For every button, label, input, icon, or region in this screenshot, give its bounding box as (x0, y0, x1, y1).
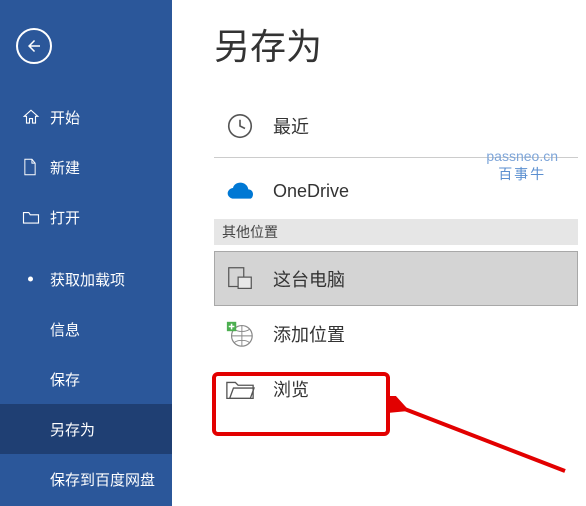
sidebar-item-label: 信息 (50, 319, 80, 340)
location-label: 浏览 (273, 376, 309, 402)
open-folder-icon (22, 209, 50, 225)
location-add-place[interactable]: 添加位置 (214, 306, 578, 361)
location-label: 添加位置 (273, 321, 345, 347)
sidebar-item-new[interactable]: 新建 (0, 142, 172, 192)
sidebar-item-open[interactable]: 打开 (0, 192, 172, 242)
sidebar-item-save[interactable]: 保存 (0, 354, 172, 404)
location-browse[interactable]: 浏览 (214, 361, 578, 416)
location-label: OneDrive (273, 181, 349, 202)
location-this-pc[interactable]: 这台电脑 (214, 251, 578, 306)
back-button[interactable] (16, 28, 52, 64)
divider (214, 157, 578, 158)
sidebar-item-label: 保存 (50, 369, 80, 390)
page-title: 另存为 (214, 18, 578, 70)
sidebar-item-label: 获取加载项 (50, 269, 125, 290)
sidebar-item-home[interactable]: 开始 (0, 92, 172, 142)
location-onedrive[interactable]: OneDrive (214, 164, 578, 219)
add-location-icon (225, 319, 273, 349)
location-list: 最近 OneDrive 其他位置 这台电脑 添加位置 (214, 98, 578, 416)
location-recent[interactable]: 最近 (214, 98, 578, 153)
sidebar-item-saveas[interactable]: 另存为 (0, 404, 172, 454)
this-pc-icon (225, 264, 273, 294)
home-icon (22, 108, 50, 126)
sidebar-item-label: 另存为 (50, 419, 95, 440)
main-panel: 另存为 最近 OneDrive 其他位置 这台电脑 (172, 0, 586, 506)
sidebar-item-label: 开始 (50, 107, 80, 128)
back-arrow-icon (25, 37, 43, 55)
sidebar-item-addins[interactable]: 获取加载项 (0, 254, 172, 304)
browse-folder-icon (225, 376, 273, 402)
sidebar: 开始 新建 打开 获取加载项 信息 保存 另存为 保存到百度网盘 (0, 0, 172, 506)
location-label: 最近 (273, 113, 309, 139)
new-file-icon (22, 158, 50, 176)
sidebar-item-label: 保存到百度网盘 (50, 469, 155, 490)
section-header-other: 其他位置 (214, 219, 578, 245)
sidebar-item-label: 打开 (50, 207, 80, 228)
onedrive-icon (225, 181, 273, 203)
location-label: 这台电脑 (273, 266, 345, 292)
clock-icon (225, 111, 273, 141)
sidebar-item-save-baidu[interactable]: 保存到百度网盘 (0, 454, 172, 504)
sidebar-item-label: 新建 (50, 157, 80, 178)
sidebar-item-info[interactable]: 信息 (0, 304, 172, 354)
